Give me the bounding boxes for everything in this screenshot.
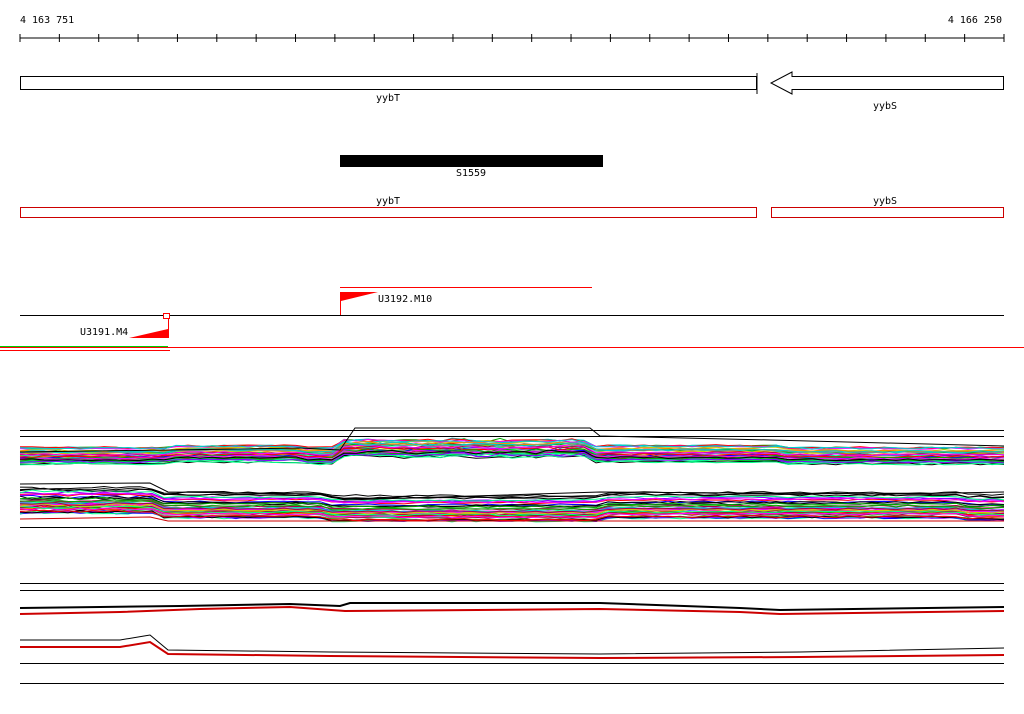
profile-lines bbox=[19, 427, 1005, 523]
summary-profiles-panel bbox=[19, 583, 1005, 684]
promoter-marker-icon bbox=[163, 313, 170, 319]
promoter-flag-icon[interactable] bbox=[129, 329, 168, 338]
annotation-box-yybT[interactable] bbox=[20, 207, 757, 218]
gene-label-yybS: yybS bbox=[873, 101, 897, 112]
coordinate-axis: 4 163 751 4 166 250 bbox=[19, 15, 1005, 42]
feature-label: S1559 bbox=[456, 168, 486, 179]
feature-bar[interactable] bbox=[340, 155, 603, 167]
feature-S1559[interactable]: S1559 bbox=[340, 155, 603, 179]
summary-line-black bbox=[20, 634, 1005, 655]
annotation-box-yybS[interactable] bbox=[771, 207, 1004, 218]
annotation-label-yybT: yybT bbox=[376, 196, 400, 207]
gene-label-yybT: yybT bbox=[376, 93, 400, 104]
promoter-track: U3192.M10 U3191.M4 bbox=[0, 287, 1024, 351]
gene-yybT[interactable]: yybT bbox=[20, 73, 758, 104]
gene-arrow-yybS[interactable] bbox=[769, 71, 1004, 95]
promoter-U3192[interactable]: U3192.M10 bbox=[340, 292, 433, 315]
promoter-label-U3191: U3191.M4 bbox=[80, 327, 128, 338]
annotation-label-yybS: yybS bbox=[873, 196, 897, 207]
promoter-label-U3192: U3192.M10 bbox=[378, 294, 432, 305]
gene-yybS[interactable]: yybS bbox=[769, 71, 1004, 112]
axis-start-label: 4 163 751 bbox=[20, 15, 74, 26]
genome-browser: 4 163 751 4 166 250 yybT yybS S1559 yybT… bbox=[0, 15, 1024, 684]
promoter-U3191[interactable]: U3191.M4 bbox=[80, 313, 170, 339]
expression-profiles-panel bbox=[19, 427, 1005, 528]
axis-end-label: 4 166 250 bbox=[948, 15, 1002, 26]
promoter-flag-icon[interactable] bbox=[341, 292, 378, 301]
annotation-track: yybT yybS bbox=[20, 196, 1004, 218]
gene-track: yybT yybS bbox=[20, 71, 1004, 112]
gene-arrow-yybT[interactable] bbox=[20, 76, 757, 90]
summary-lines bbox=[19, 602, 1005, 660]
